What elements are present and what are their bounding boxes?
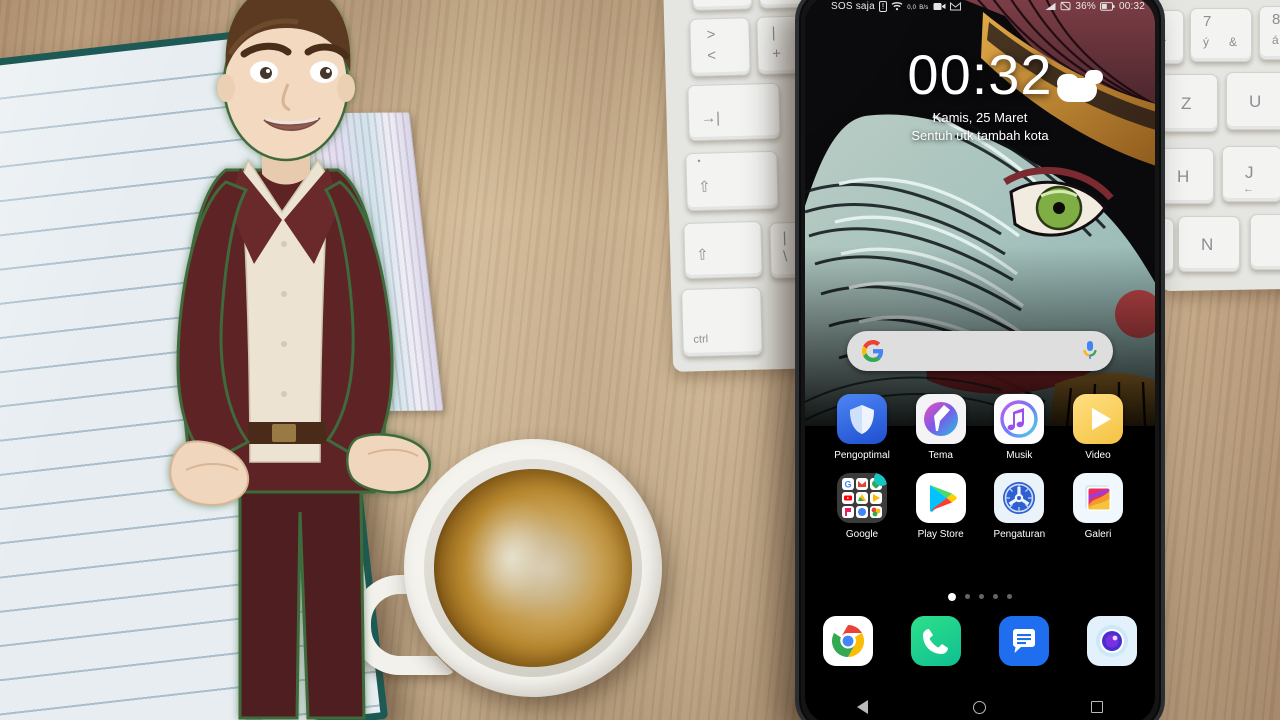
google-g-icon — [862, 340, 884, 362]
shield-icon[interactable] — [837, 394, 887, 444]
battery-percent: 36% — [1075, 0, 1096, 12]
app-pengoptimal[interactable]: Pengoptimal — [823, 394, 901, 461]
keyboard-key-ctrl: ctrl — [681, 286, 763, 358]
app-row-1: Pengoptimal Tema Musik Video — [823, 394, 1137, 461]
app-label: Tema — [928, 450, 953, 461]
status-bar-time: 00:32 — [1118, 0, 1145, 12]
phone-icon[interactable] — [911, 616, 961, 666]
keyboard-key-u: U — [1226, 72, 1280, 130]
home-circle-icon[interactable] — [972, 700, 986, 714]
keyboard-key-angle: > < — [689, 17, 751, 77]
camera-icon[interactable] — [1087, 616, 1137, 666]
keyboard-key-z: Z — [1160, 74, 1218, 132]
clock-date: Kamis, 25 Maret — [932, 110, 1028, 125]
avatar-illustration — [169, 0, 431, 720]
clock-widget[interactable]: 00:32 Kamis, 25 Maret Sentuh utk tambah … — [805, 44, 1155, 143]
cloudy-icon — [1057, 70, 1103, 104]
app-label: Google — [845, 529, 879, 540]
phone-screen[interactable]: SOS saja ! 0,0 B/s 36% 00:32 00:32 Kamis… — [805, 0, 1155, 720]
sim-alert-icon: ! — [878, 0, 888, 12]
app-label: Play Store — [917, 529, 964, 540]
app-pengaturan[interactable]: Pengaturan — [980, 473, 1058, 540]
recents-square-icon[interactable] — [1090, 701, 1103, 713]
app-video[interactable]: Video — [1059, 394, 1137, 461]
app-row-2: G Google Play Store Pengaturan Galeri — [823, 473, 1137, 540]
play-triangle-icon[interactable] — [1072, 394, 1123, 444]
app-label: Galeri — [1084, 529, 1112, 540]
dock — [823, 616, 1137, 666]
microphone-icon[interactable] — [1082, 340, 1098, 362]
app-play-store[interactable]: Play Store — [902, 473, 980, 540]
app-grid: Pengoptimal Tema Musik Video G Google Pl… — [823, 394, 1137, 552]
app-galeri[interactable]: Galeri — [1059, 473, 1137, 540]
app-label: Video — [1085, 450, 1111, 461]
do-not-disturb-icon — [949, 1, 961, 11]
play-store-icon[interactable] — [915, 473, 966, 523]
battery-icon — [1099, 1, 1115, 11]
app-label: Pengaturan — [993, 529, 1046, 540]
app-label: Musik — [1006, 450, 1033, 461]
app-tema[interactable]: Tema — [902, 394, 980, 461]
svg-text:G: G — [844, 480, 851, 490]
app-label: Pengoptimal — [834, 450, 890, 461]
keyboard-key-capslock: • ⇧ — [685, 150, 779, 212]
page-dot-active[interactable] — [948, 592, 956, 601]
keyboard-key-topleft — [691, 0, 753, 11]
paintbrush-icon[interactable] — [915, 394, 966, 444]
keyboard-key-j: J ← — [1222, 146, 1280, 202]
messages-icon[interactable] — [999, 616, 1049, 666]
video-recorder-icon — [933, 2, 946, 11]
screenshot-stage: >< |+ →| • ⇧ ⇧ |\ ctrl 7 ý & 8 á ^ Z U H — [0, 0, 1280, 720]
page-indicator[interactable] — [805, 592, 1155, 601]
back-triangle-icon[interactable] — [857, 700, 869, 714]
app-musik[interactable]: Musik — [980, 394, 1058, 461]
alarm-off-icon — [1060, 1, 1071, 11]
keyboard-key-tab: →| — [687, 82, 781, 142]
page-dot[interactable] — [979, 594, 984, 599]
keyboard-key-n: N — [1178, 216, 1240, 272]
chrome-icon[interactable] — [823, 616, 873, 666]
keyboard-key-7: 7 ý & — [1190, 8, 1252, 62]
gallery-icon[interactable] — [1072, 473, 1123, 523]
app-google-folder[interactable]: G Google — [823, 473, 901, 540]
keyboard-key-shift: ⇧ — [683, 220, 763, 280]
data-rate: 0,0 B/s — [907, 4, 929, 11]
keyboard-key-8: 8 á — [1259, 6, 1280, 60]
page-dot[interactable] — [1007, 594, 1012, 599]
folder-badge — [874, 473, 887, 486]
status-bar: SOS saja ! 0,0 B/s 36% 00:32 — [805, 0, 1155, 16]
presenter-avatar — [122, 0, 452, 720]
carrier-label: SOS saja — [831, 0, 875, 12]
smartphone: SOS saja ! 0,0 B/s 36% 00:32 00:32 Kamis… — [795, 0, 1165, 720]
google-search-bar[interactable] — [847, 331, 1113, 371]
page-dot[interactable] — [965, 594, 970, 599]
settings-gear-icon[interactable] — [994, 473, 1045, 523]
wifi-icon — [891, 1, 903, 11]
clock-city-hint[interactable]: Sentuh utk tambah kota — [805, 128, 1155, 143]
google-folder-icon[interactable]: G — [837, 473, 887, 523]
screen-cast-icon — [1045, 2, 1056, 11]
keyboard-key-right-edge — [1250, 214, 1280, 270]
music-note-icon[interactable] — [994, 394, 1045, 444]
page-dot[interactable] — [993, 594, 998, 599]
navigation-bar — [805, 690, 1155, 720]
